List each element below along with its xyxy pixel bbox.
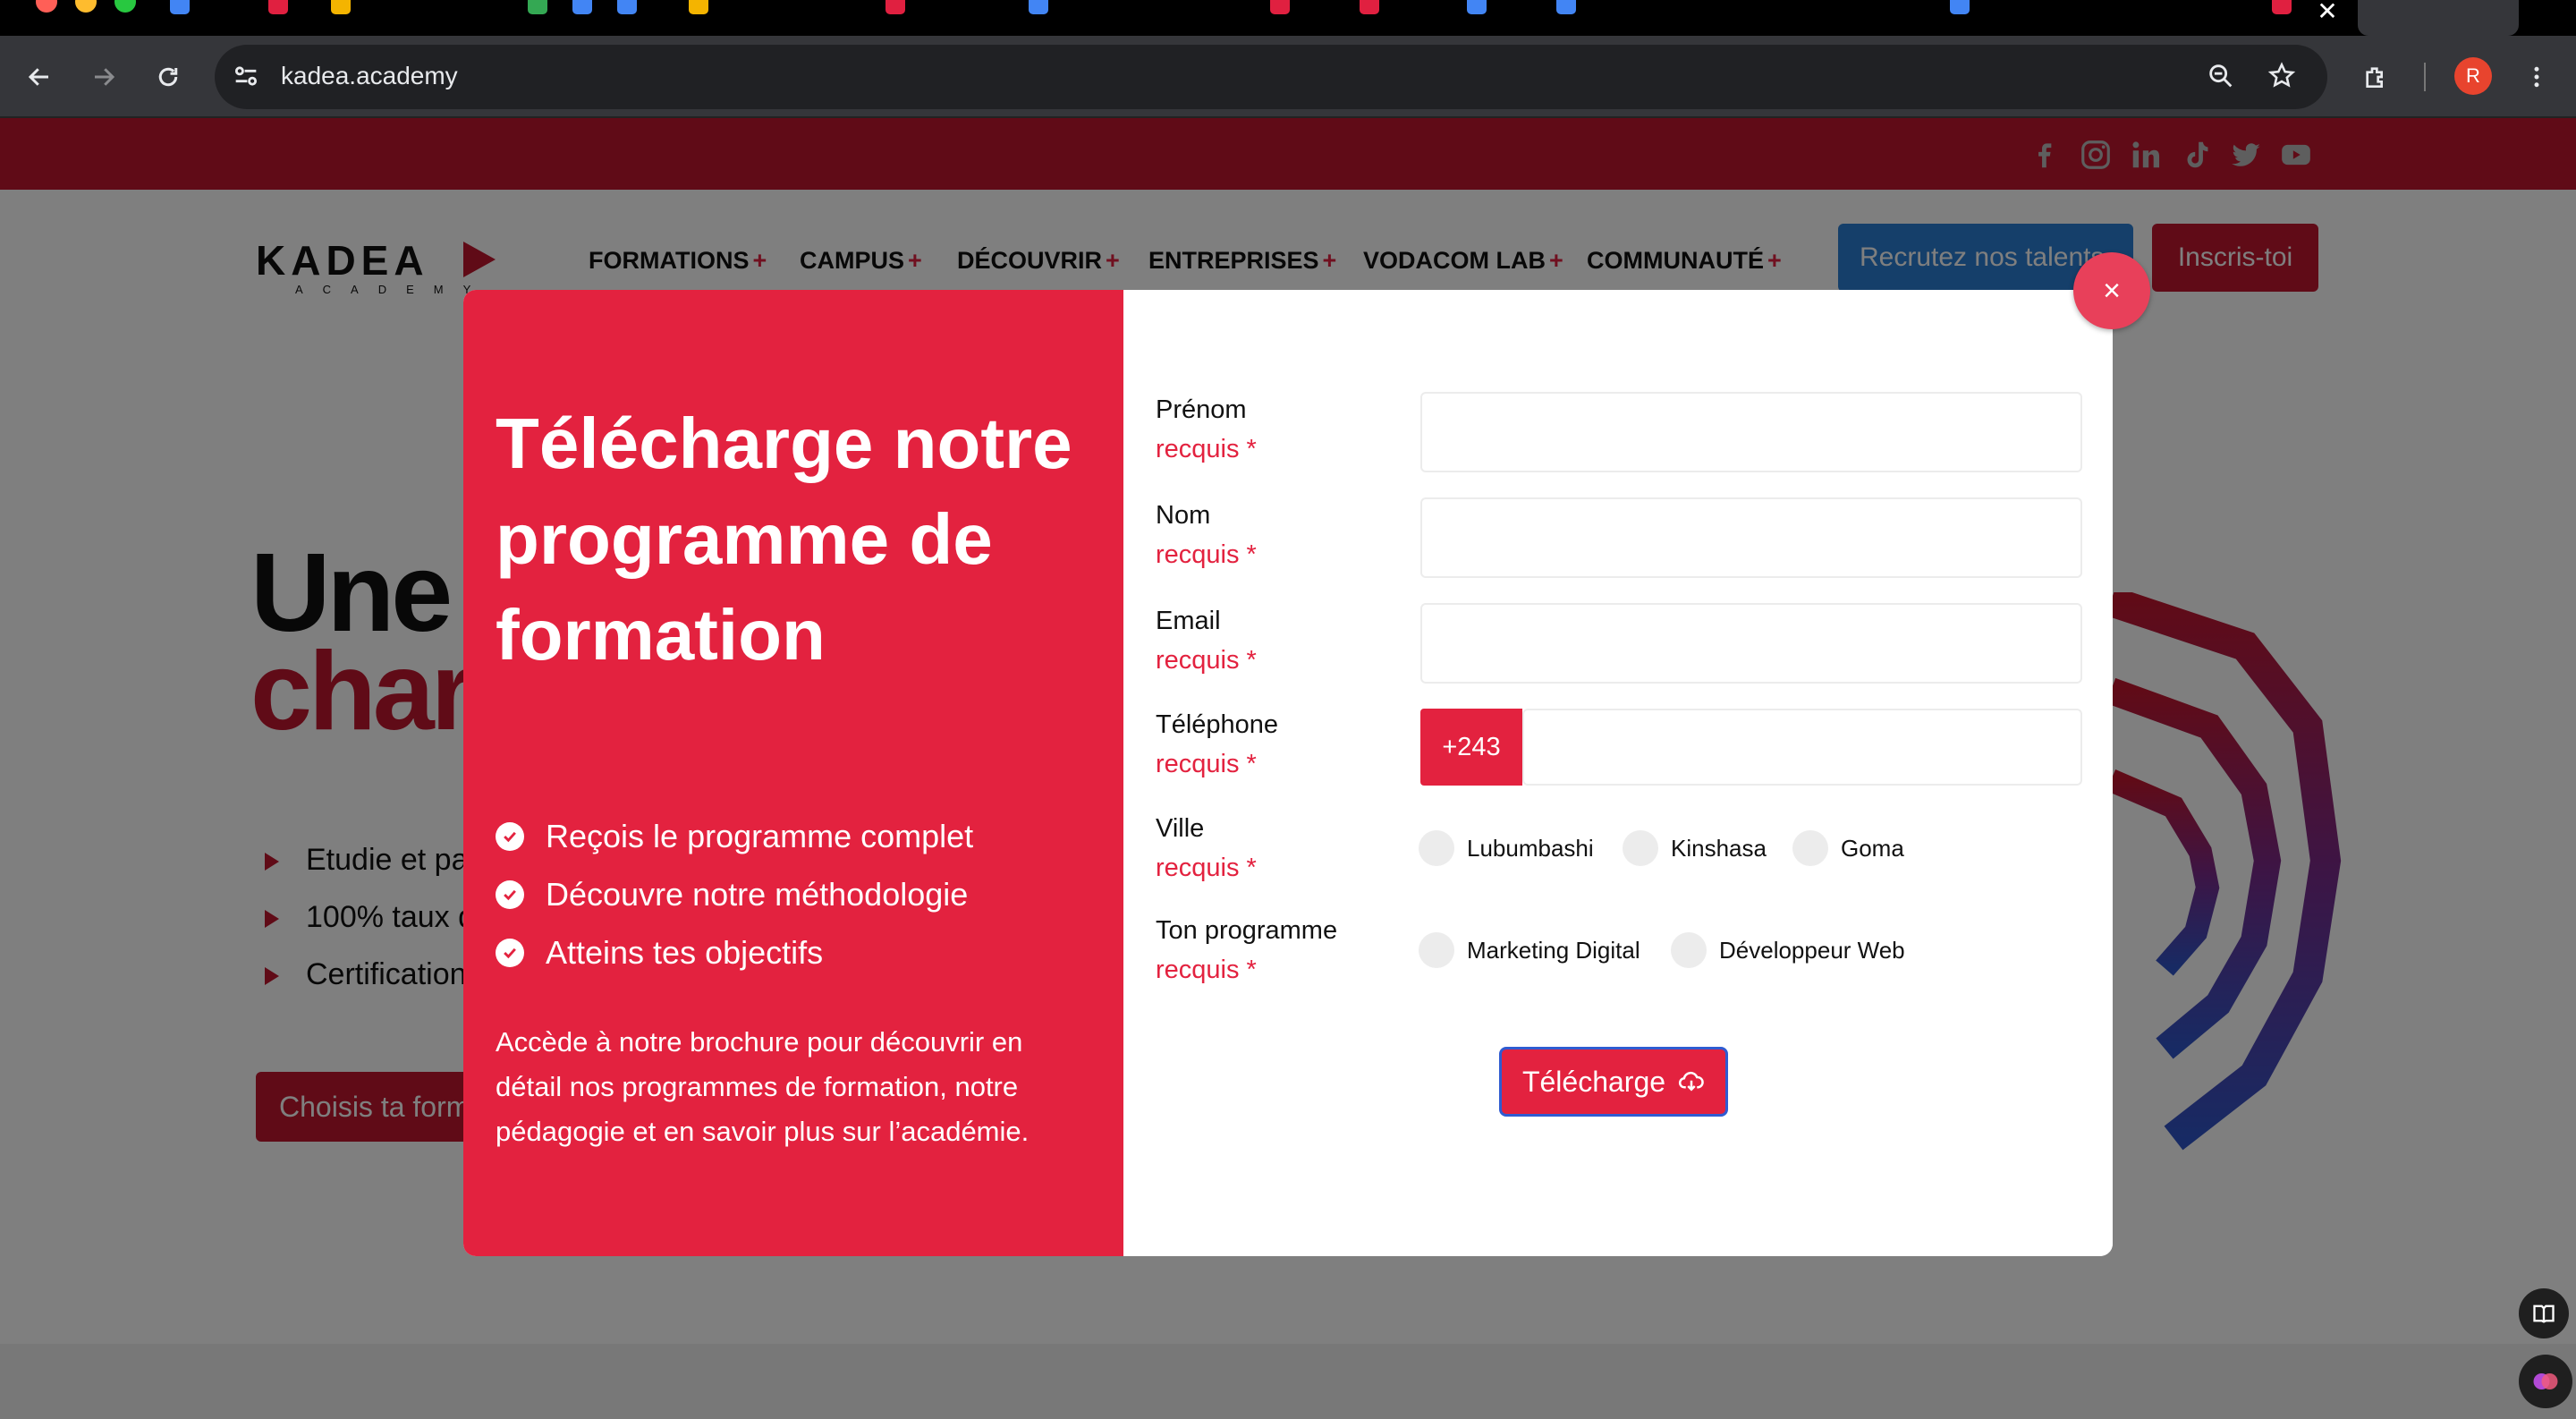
radio-circle[interactable] [1419, 830, 1454, 866]
benefit-item: Découvre notre méthodologie [496, 876, 968, 913]
close-window-icon[interactable] [36, 0, 57, 13]
required-hint: recquis * [1156, 540, 1257, 569]
close-tab-icon[interactable]: ✕ [2299, 0, 2356, 32]
site-settings-icon[interactable] [231, 61, 261, 96]
browser-toolbar: kadea.academy R [0, 36, 2576, 118]
tab-favicon[interactable] [331, 0, 351, 14]
tab-favicon[interactable] [1029, 0, 1048, 14]
bookmark-star-icon[interactable] [2267, 61, 2297, 96]
radio-program-marketing[interactable]: Marketing Digital [1419, 932, 1640, 968]
required-hint: recquis * [1156, 646, 1257, 675]
required-hint: recquis * [1156, 435, 1257, 463]
tab-favicon[interactable] [1467, 0, 1487, 14]
radio-city-lubumbashi[interactable]: Lubumbashi [1419, 830, 1594, 866]
modal-description: Accède à notre brochure pour découvrir e… [496, 1026, 1030, 1147]
tab-favicon[interactable] [689, 0, 708, 14]
modal-title: Télécharge notre programme de formation [496, 404, 1072, 675]
zoom-window-icon[interactable] [114, 0, 136, 13]
check-circle-icon [496, 939, 524, 967]
tab-favicon[interactable] [886, 0, 905, 14]
email-input[interactable] [1420, 603, 2082, 684]
download-submit-button[interactable]: Télécharge [1499, 1047, 1728, 1117]
browser-tab-strip: ✕ [0, 0, 2576, 36]
nom-label: Nom [1156, 501, 1211, 530]
radio-city-kinshasa[interactable]: Kinshasa [1623, 830, 1767, 866]
toolbar-divider [2424, 63, 2426, 91]
telephone-label: Téléphone [1156, 710, 1279, 739]
tab-favicon[interactable] [2272, 0, 2292, 14]
zoom-icon[interactable] [2206, 61, 2236, 96]
browser-menu-icon[interactable] [2517, 57, 2556, 97]
tab-favicon[interactable] [617, 0, 637, 14]
check-circle-icon [496, 880, 524, 909]
radio-program-dev-web[interactable]: Développeur Web [1671, 932, 1905, 968]
radio-circle[interactable] [1671, 932, 1707, 968]
minimize-window-icon[interactable] [75, 0, 97, 13]
radio-city-goma[interactable]: Goma [1792, 830, 1904, 866]
ville-label: Ville [1156, 814, 1205, 843]
close-modal-button[interactable]: × [2073, 252, 2150, 329]
check-circle-icon [496, 822, 524, 851]
reload-icon[interactable] [148, 57, 188, 97]
tab-favicon[interactable] [1360, 0, 1379, 14]
telephone-input[interactable] [1522, 709, 2082, 786]
programme-label: Ton programme [1156, 916, 1338, 945]
prenom-input[interactable] [1420, 392, 2082, 472]
prenom-label: Prénom [1156, 395, 1247, 424]
nom-input[interactable] [1420, 497, 2082, 578]
url-text: kadea.academy [281, 62, 458, 89]
profile-avatar[interactable]: R [2454, 57, 2492, 95]
tab-favicon[interactable] [1950, 0, 1970, 14]
required-hint: recquis * [1156, 854, 1257, 882]
back-icon[interactable] [20, 57, 59, 97]
radio-circle[interactable] [1792, 830, 1828, 866]
radio-circle[interactable] [1623, 830, 1658, 866]
phone-prefix: +243 [1420, 709, 1522, 786]
tab-favicon[interactable] [170, 0, 190, 14]
tab-favicon[interactable] [268, 0, 288, 14]
tab-favicon[interactable] [1270, 0, 1290, 14]
benefit-item: Atteins tes objectifs [496, 934, 823, 972]
radio-circle[interactable] [1419, 932, 1454, 968]
email-label: Email [1156, 607, 1221, 635]
tab-favicon[interactable] [1556, 0, 1576, 14]
cloud-download-icon [1679, 1071, 1704, 1092]
reader-mode-icon[interactable] [2519, 1288, 2569, 1338]
address-bar[interactable]: kadea.academy [215, 45, 2327, 109]
forward-icon[interactable] [84, 57, 123, 97]
benefit-item: Reçois le programme complet [496, 818, 973, 855]
required-hint: recquis * [1156, 750, 1257, 778]
extensions-icon[interactable] [2356, 57, 2395, 97]
modal-promo-panel: Télécharge notre programme de formation … [463, 290, 1123, 1256]
active-tab[interactable] [2358, 0, 2519, 36]
tab-favicon[interactable] [572, 0, 592, 14]
required-hint: recquis * [1156, 956, 1257, 984]
brochure-download-modal: Télécharge notre programme de formation … [463, 290, 2113, 1256]
tab-favicon[interactable] [528, 0, 547, 14]
ai-assistant-icon[interactable] [2519, 1355, 2572, 1408]
modal-form: Prénom recquis * Nom recquis * Email rec… [1123, 290, 2113, 1256]
